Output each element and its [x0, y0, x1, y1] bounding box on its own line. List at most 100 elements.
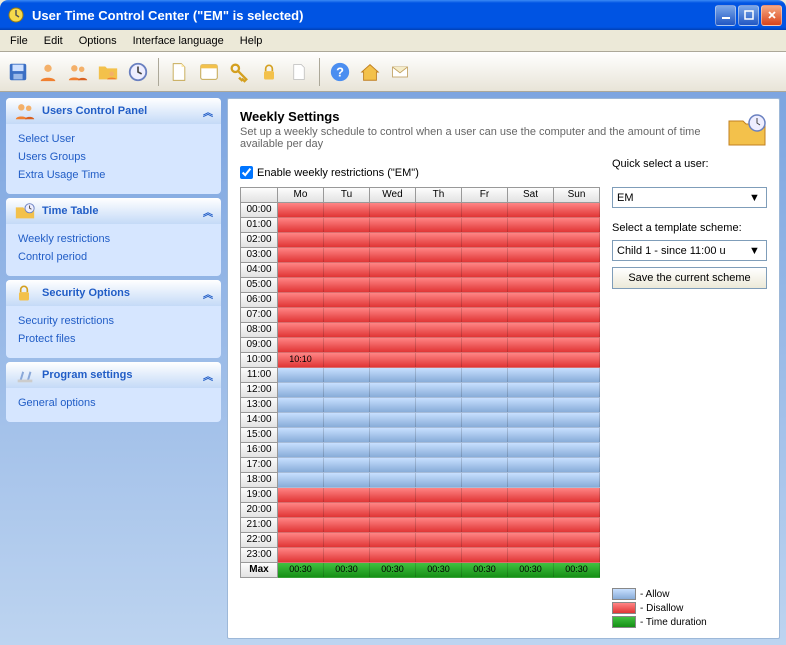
schedule-cell[interactable]: [324, 263, 370, 278]
max-cell[interactable]: 00:30: [370, 563, 416, 578]
schedule-cell[interactable]: [324, 323, 370, 338]
panel-header[interactable]: Time Table︽: [6, 198, 221, 224]
schedule-cell[interactable]: [278, 368, 324, 383]
schedule-cell[interactable]: [278, 233, 324, 248]
schedule-cell[interactable]: [508, 233, 554, 248]
schedule-cell[interactable]: [554, 488, 600, 503]
schedule-cell[interactable]: [278, 503, 324, 518]
schedule-cell[interactable]: [554, 398, 600, 413]
schedule-cell[interactable]: [462, 413, 508, 428]
schedule-cell[interactable]: [370, 263, 416, 278]
schedule-cell[interactable]: [508, 263, 554, 278]
schedule-cell[interactable]: [370, 473, 416, 488]
schedule-cell[interactable]: [370, 413, 416, 428]
schedule-cell[interactable]: [370, 218, 416, 233]
max-cell[interactable]: 00:30: [554, 563, 600, 578]
sidebar-item[interactable]: Weekly restrictions: [18, 230, 209, 248]
schedule-cell[interactable]: [324, 473, 370, 488]
schedule-cell[interactable]: [324, 203, 370, 218]
schedule-cell[interactable]: [416, 413, 462, 428]
save-scheme-button[interactable]: Save the current scheme: [612, 267, 767, 289]
schedule-cell[interactable]: [324, 488, 370, 503]
menu-edit[interactable]: Edit: [40, 33, 67, 49]
schedule-cell[interactable]: [324, 233, 370, 248]
schedule-cell[interactable]: [324, 533, 370, 548]
minimize-button[interactable]: [715, 5, 736, 26]
schedule-cell[interactable]: [508, 218, 554, 233]
schedule-cell[interactable]: [554, 218, 600, 233]
schedule-cell[interactable]: [416, 473, 462, 488]
maximize-button[interactable]: [738, 5, 759, 26]
sidebar-item[interactable]: Select User: [18, 130, 209, 148]
schedule-cell[interactable]: [554, 383, 600, 398]
schedule-cell[interactable]: [416, 278, 462, 293]
schedule-cell[interactable]: [416, 248, 462, 263]
max-cell[interactable]: 00:30: [508, 563, 554, 578]
schedule-cell[interactable]: [554, 473, 600, 488]
menu-options[interactable]: Options: [75, 33, 121, 49]
schedule-cell[interactable]: [462, 203, 508, 218]
schedule-cell[interactable]: [508, 398, 554, 413]
schedule-cell[interactable]: [278, 323, 324, 338]
schedule-cell[interactable]: [324, 398, 370, 413]
schedule-cell[interactable]: [416, 488, 462, 503]
sidebar-item[interactable]: General options: [18, 394, 209, 412]
folder-user-icon[interactable]: [96, 60, 120, 84]
schedule-cell[interactable]: [508, 443, 554, 458]
schedule-cell[interactable]: [554, 413, 600, 428]
schedule-cell[interactable]: [324, 308, 370, 323]
menu-file[interactable]: File: [6, 33, 32, 49]
schedule-cell[interactable]: [416, 398, 462, 413]
schedule-cell[interactable]: [462, 218, 508, 233]
page-icon[interactable]: [167, 60, 191, 84]
schedule-cell[interactable]: [554, 518, 600, 533]
schedule-cell[interactable]: [554, 338, 600, 353]
schedule-cell[interactable]: [370, 353, 416, 368]
sidebar-item[interactable]: Control period: [18, 248, 209, 266]
schedule-cell[interactable]: [278, 218, 324, 233]
schedule-cell[interactable]: [462, 233, 508, 248]
schedule-cell[interactable]: [508, 308, 554, 323]
schedule-cell[interactable]: [462, 248, 508, 263]
schedule-cell[interactable]: [462, 308, 508, 323]
schedule-cell[interactable]: [370, 248, 416, 263]
schedule-cell[interactable]: [554, 278, 600, 293]
schedule-cell[interactable]: [508, 278, 554, 293]
schedule-cell[interactable]: [554, 203, 600, 218]
schedule-cell[interactable]: [370, 443, 416, 458]
schedule-cell[interactable]: [278, 473, 324, 488]
schedule-cell[interactable]: [278, 338, 324, 353]
schedule-cell[interactable]: [416, 458, 462, 473]
schedule-cell[interactable]: [416, 218, 462, 233]
schedule-cell[interactable]: [370, 503, 416, 518]
schedule-cell[interactable]: [278, 293, 324, 308]
schedule-cell[interactable]: [508, 518, 554, 533]
schedule-cell[interactable]: [324, 518, 370, 533]
browser-icon[interactable]: [197, 60, 221, 84]
schedule-cell[interactable]: [370, 488, 416, 503]
template-scheme-combo[interactable]: Child 1 - since 11:00 u ▼: [612, 240, 767, 261]
schedule-cell[interactable]: [462, 293, 508, 308]
schedule-cell[interactable]: [370, 518, 416, 533]
menu-help[interactable]: Help: [236, 33, 267, 49]
schedule-cell[interactable]: [370, 308, 416, 323]
schedule-cell[interactable]: [462, 488, 508, 503]
schedule-cell[interactable]: [416, 518, 462, 533]
schedule-cell[interactable]: [324, 548, 370, 563]
keys-icon[interactable]: [227, 60, 251, 84]
panel-header[interactable]: Users Control Panel︽: [6, 98, 221, 124]
schedule-cell[interactable]: [370, 293, 416, 308]
schedule-cell[interactable]: [324, 248, 370, 263]
schedule-cell[interactable]: [416, 293, 462, 308]
schedule-cell[interactable]: [416, 323, 462, 338]
schedule-cell[interactable]: [324, 458, 370, 473]
schedule-cell[interactable]: [554, 428, 600, 443]
schedule-cell[interactable]: [462, 458, 508, 473]
schedule-cell[interactable]: [508, 488, 554, 503]
schedule-cell[interactable]: [508, 368, 554, 383]
schedule-cell[interactable]: [462, 323, 508, 338]
users-icon[interactable]: [66, 60, 90, 84]
schedule-cell[interactable]: [324, 428, 370, 443]
schedule-cell[interactable]: [554, 263, 600, 278]
mail-icon[interactable]: [388, 60, 412, 84]
